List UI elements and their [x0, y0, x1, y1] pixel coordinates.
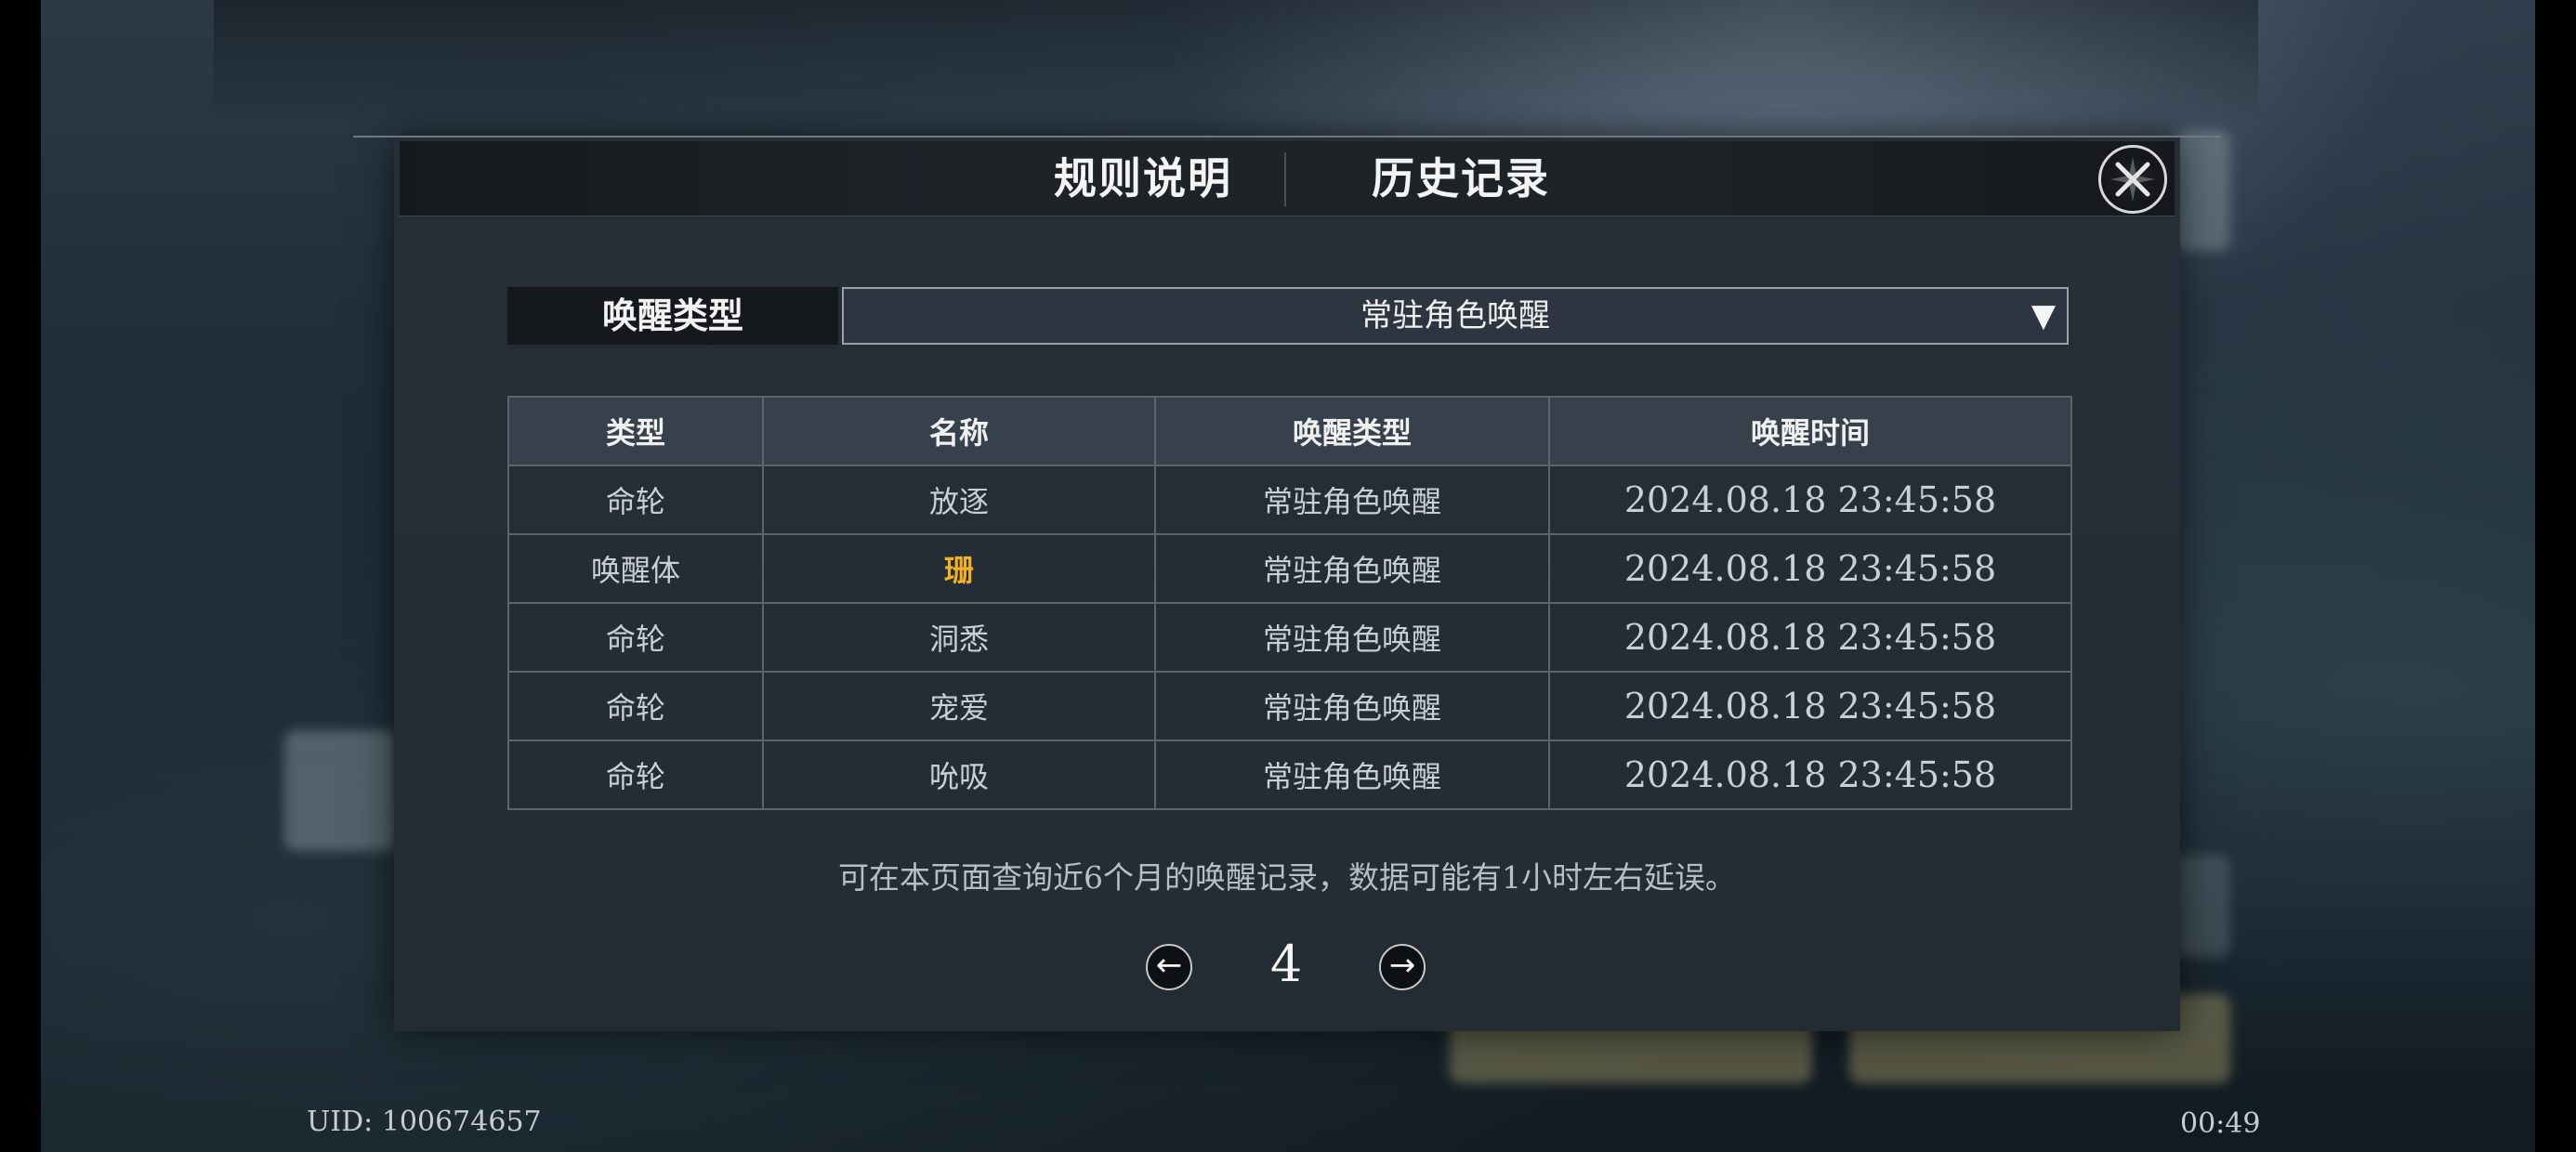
cell-name: 放逐 — [762, 465, 1156, 535]
cell-awaken-type: 常驻角色唤醒 — [1154, 533, 1550, 604]
header-awaken-time: 唤醒时间 — [1548, 396, 2072, 466]
table-header-row: 类型 名称 唤醒类型 唤醒时间 — [507, 396, 2072, 466]
cell-name: 宠爱 — [762, 671, 1156, 741]
cell-awaken-type: 常驻角色唤醒 — [1154, 671, 1550, 741]
page-number: 4 — [1269, 935, 1303, 993]
tab-history[interactable]: 历史记录 — [1294, 141, 1628, 216]
table-row: 唤醒体 珊 常驻角色唤醒 2024.08.18 23:45:58 — [507, 533, 2072, 604]
cell-type: 命轮 — [507, 602, 764, 673]
cell-time: 2024.08.18 23:45:58 — [1548, 671, 2072, 741]
cell-time: 2024.08.18 23:45:58 — [1548, 602, 2072, 673]
cell-awaken-type: 常驻角色唤醒 — [1154, 740, 1550, 810]
table-row: 命轮 宠爱 常驻角色唤醒 2024.08.18 23:45:58 — [507, 671, 2072, 741]
cell-type: 命轮 — [507, 671, 764, 741]
cell-time: 2024.08.18 23:45:58 — [1548, 533, 2072, 604]
arrow-right-icon: → — [1388, 947, 1416, 984]
modal-top-border — [353, 136, 2221, 137]
cell-time: 2024.08.18 23:45:58 — [1548, 465, 2072, 535]
cell-name: 洞悉 — [762, 602, 1156, 673]
tab-bar: 规则说明 历史记录 — [400, 141, 2175, 216]
table-row: 命轮 洞悉 常驻角色唤醒 2024.08.18 23:45:58 — [507, 602, 2072, 673]
uid-label: UID: 100674657 — [307, 1106, 542, 1138]
tab-rules[interactable]: 规则说明 — [976, 141, 1310, 216]
background-top-bar — [214, 0, 2258, 121]
header-awaken-type: 唤醒类型 — [1154, 396, 1550, 466]
tab-separator — [1284, 152, 1286, 206]
cell-type: 命轮 — [507, 740, 764, 810]
cell-type: 唤醒体 — [507, 533, 764, 604]
prev-page-button[interactable]: ← — [1146, 944, 1192, 990]
cell-type: 命轮 — [507, 465, 764, 535]
table-row: 命轮 吮吸 常驻角色唤醒 2024.08.18 23:45:58 — [507, 740, 2072, 810]
clock-label: 00:49 — [2180, 1107, 2261, 1140]
table-row: 命轮 放逐 常驻角色唤醒 2024.08.18 23:45:58 — [507, 465, 2072, 535]
arrow-left-icon: ← — [1155, 947, 1183, 984]
cell-time: 2024.08.18 23:45:58 — [1548, 740, 2072, 810]
close-x-icon — [2110, 157, 2155, 202]
awaken-type-dropdown[interactable]: 常驻角色唤醒 ▼ — [842, 287, 2069, 345]
close-button[interactable] — [2098, 145, 2167, 214]
cell-awaken-type: 常驻角色唤醒 — [1154, 602, 1550, 673]
cell-name: 吮吸 — [762, 740, 1156, 810]
background-panel — [2175, 855, 2230, 957]
header-name: 名称 — [762, 396, 1156, 466]
dropdown-selected-value: 常驻角色唤醒 — [1360, 297, 1550, 334]
background-card — [284, 730, 396, 851]
triangle-down-icon: ▼ — [2031, 297, 2056, 334]
next-page-button[interactable]: → — [1379, 944, 1426, 990]
cell-awaken-type: 常驻角色唤醒 — [1154, 465, 1550, 535]
background-panel — [2175, 130, 2230, 251]
cell-name: 珊 — [762, 533, 1156, 604]
filter-label: 唤醒类型 — [507, 287, 838, 345]
history-table: 类型 名称 唤醒类型 唤醒时间 命轮 放逐 常驻角色唤醒 2024.08.18 … — [507, 396, 2072, 810]
history-note: 可在本页面查询近6个月的唤醒记录，数据可能有1小时左右延误。 — [838, 859, 1736, 896]
header-type: 类型 — [507, 396, 764, 466]
